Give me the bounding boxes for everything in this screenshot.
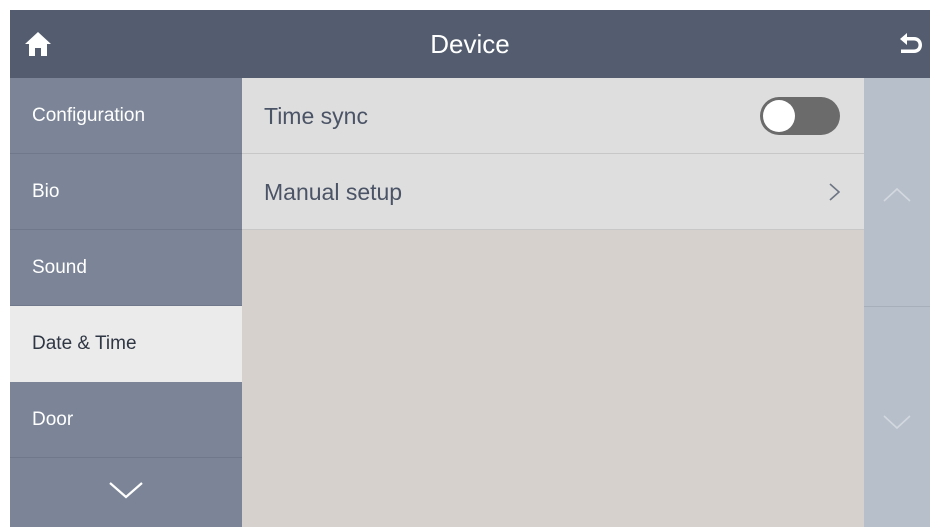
chevron-down-icon (883, 415, 911, 430)
sidebar: Configuration Bio Sound Date & Time Door (10, 78, 242, 527)
sidebar-item-label: Door (32, 409, 74, 430)
sidebar-item-bio[interactable]: Bio (10, 154, 242, 230)
sidebar-item-label: Bio (32, 181, 60, 202)
sidebar-item-label: Date & Time (32, 333, 137, 354)
time-sync-label: Time sync (264, 103, 368, 129)
toggle-knob (763, 100, 795, 132)
settings-panel: Time sync Manual setup (242, 78, 864, 527)
scroll-bar (864, 78, 930, 527)
scroll-up-button[interactable] (864, 78, 930, 306)
sidebar-more-button[interactable] (10, 458, 242, 527)
manual-setup-row[interactable]: Manual setup (242, 154, 864, 230)
header-bar: Device (10, 10, 930, 78)
back-arrow-icon (900, 33, 922, 53)
manual-setup-label: Manual setup (264, 179, 403, 205)
sidebar-item-sound[interactable]: Sound (10, 230, 242, 306)
scroll-down-button[interactable] (864, 307, 930, 527)
sidebar-item-date-time[interactable]: Date & Time (10, 306, 242, 382)
back-button[interactable] (896, 30, 924, 58)
sidebar-item-label: Sound (32, 257, 87, 278)
time-sync-row[interactable]: Time sync (242, 78, 864, 154)
chevron-right-icon (829, 183, 841, 201)
chevron-down-icon (109, 482, 143, 499)
sidebar-item-configuration[interactable]: Configuration (10, 78, 242, 154)
chevron-up-icon (883, 187, 911, 202)
page-title: Device (430, 29, 510, 59)
sidebar-item-door[interactable]: Door (10, 382, 242, 458)
sidebar-item-label: Configuration (32, 105, 146, 126)
time-sync-toggle[interactable] (760, 97, 840, 135)
device-screen: Device Configuration Bio Sound Date & Ti… (10, 10, 930, 527)
